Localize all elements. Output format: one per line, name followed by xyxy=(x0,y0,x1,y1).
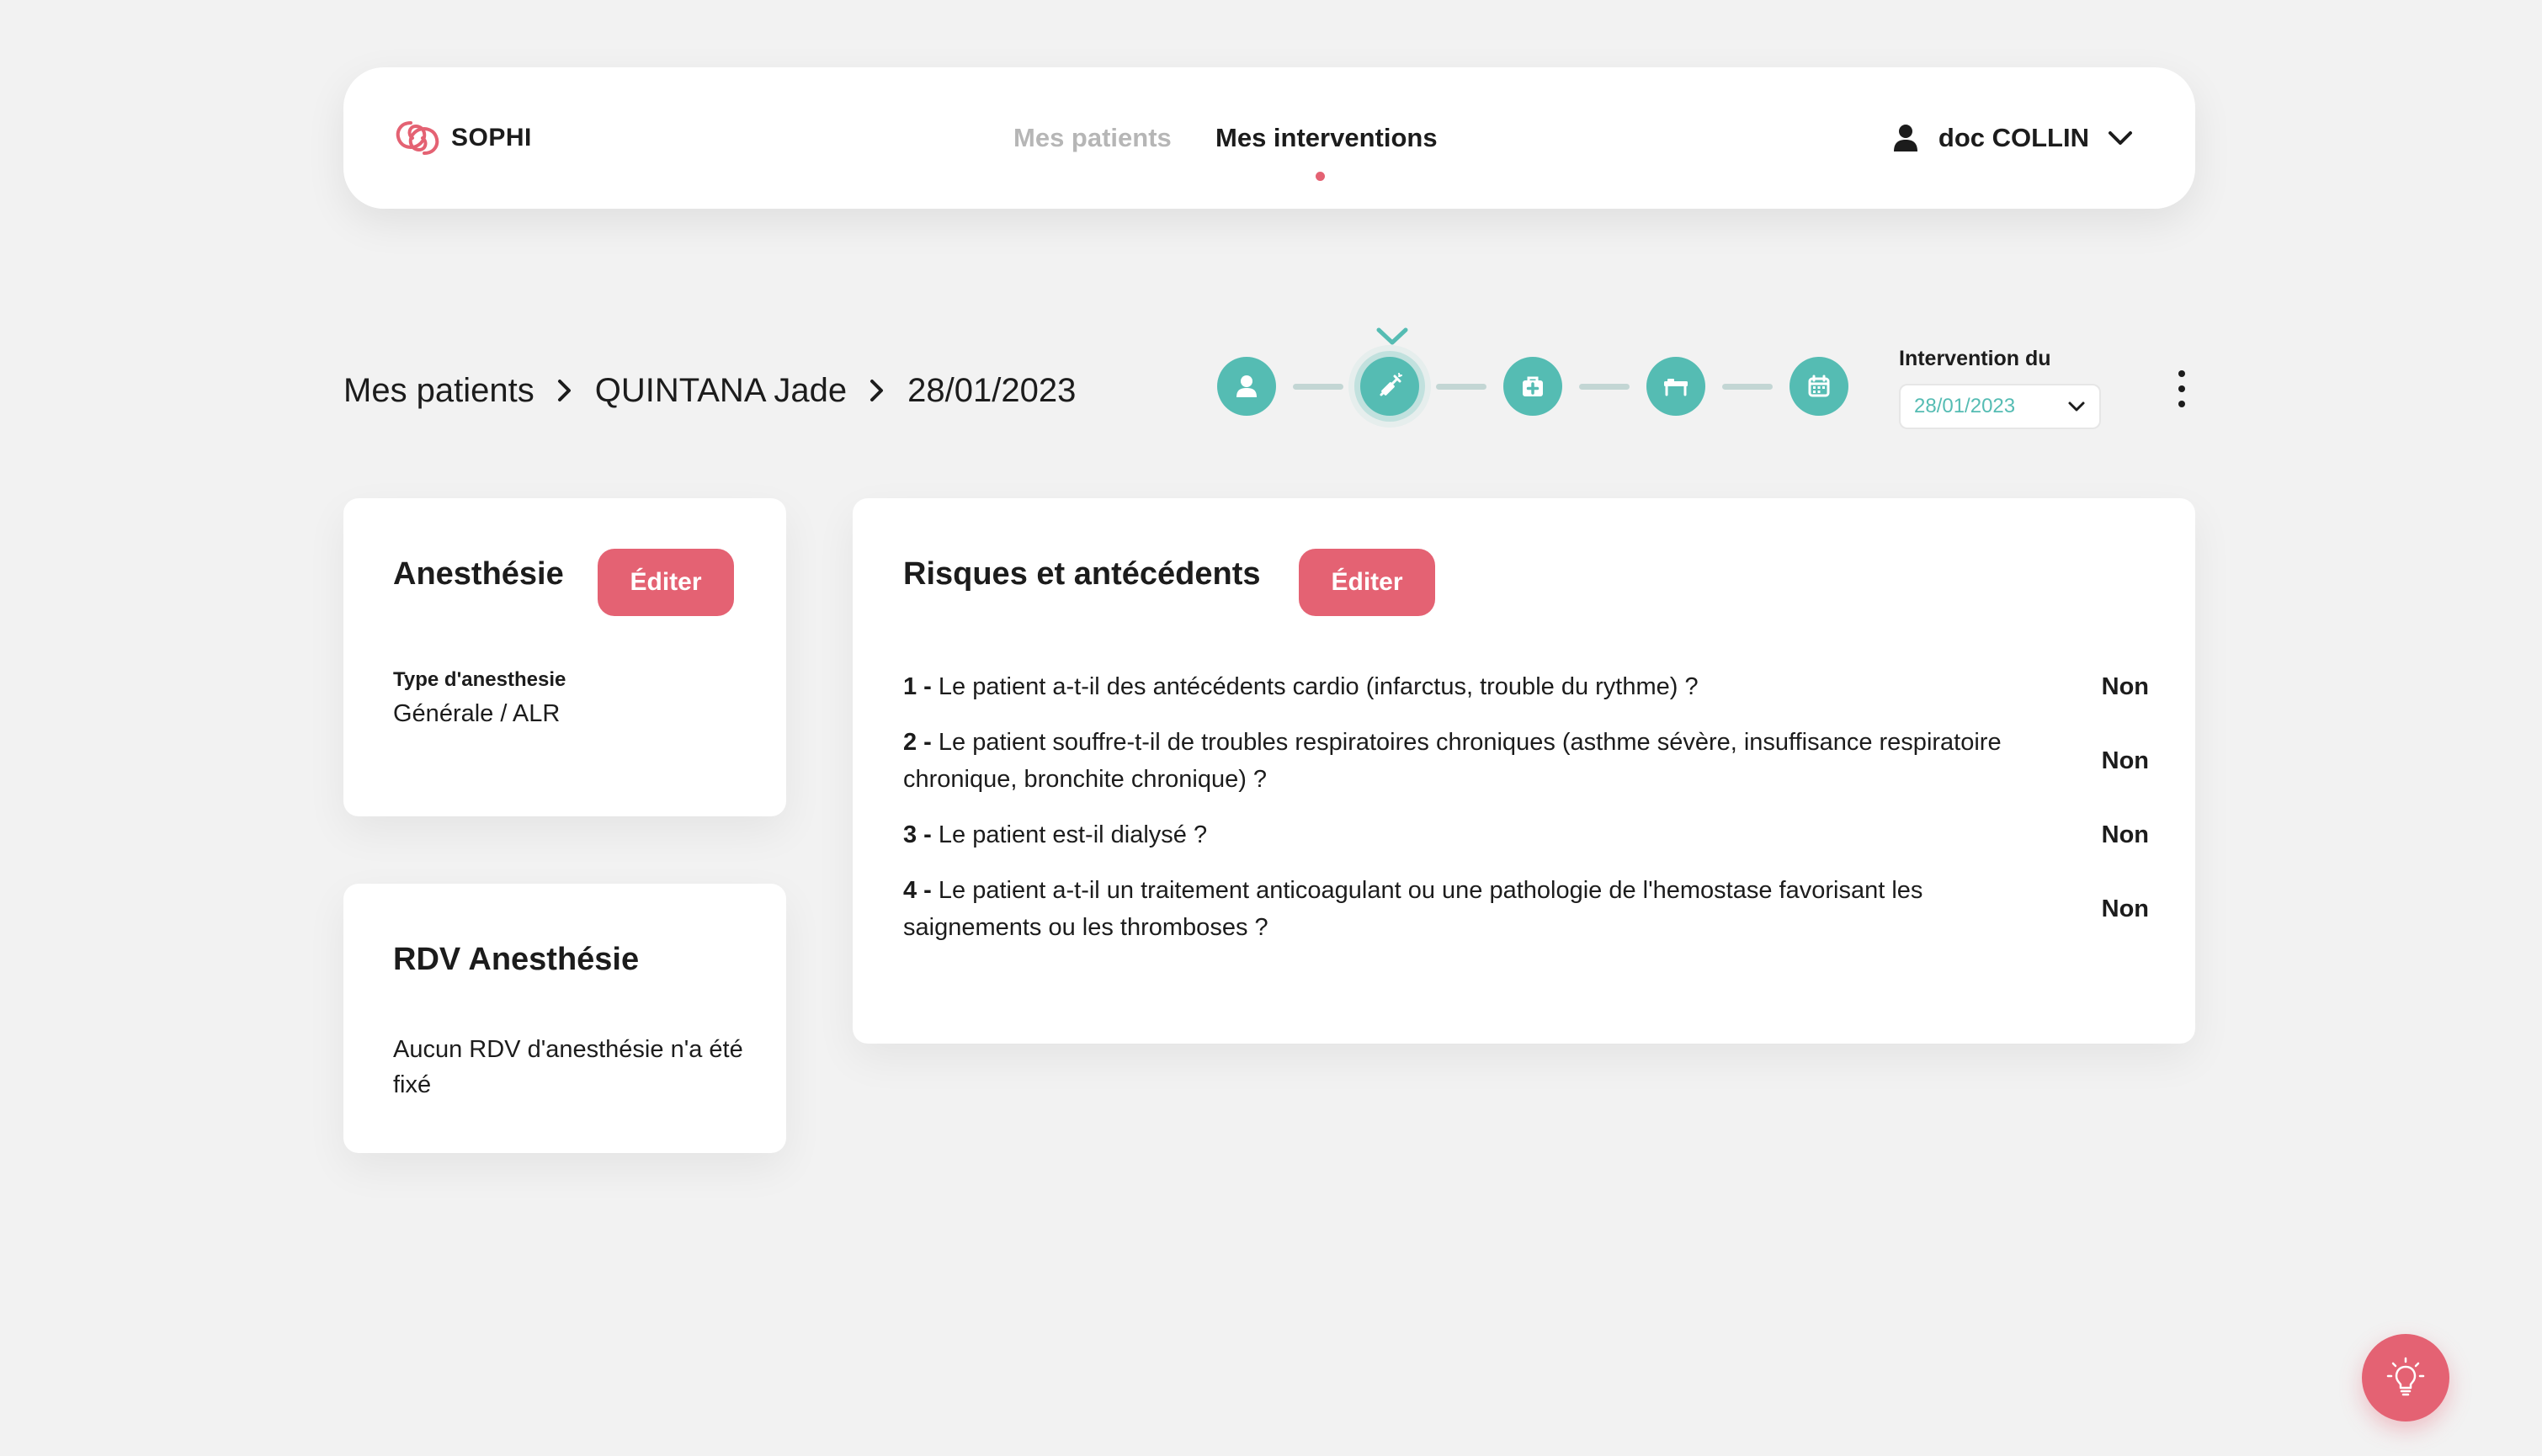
syringe-icon xyxy=(1380,373,1402,396)
step-calendar[interactable] xyxy=(1790,357,1848,416)
medical-kit-icon xyxy=(1523,376,1543,396)
risques-card: Risques et antécédents Éditer 1 - Le pat… xyxy=(853,498,2195,1044)
breadcrumb-mes-patients[interactable]: Mes patients xyxy=(343,372,534,410)
step-hospitalisation[interactable] xyxy=(1646,357,1705,416)
nav-mes-interventions[interactable]: Mes interventions xyxy=(1215,121,1438,155)
step-patient[interactable] xyxy=(1217,357,1276,416)
logo[interactable]: SOPHI xyxy=(392,114,532,162)
question-number: 4 - xyxy=(903,877,932,904)
calendar-icon xyxy=(1808,375,1830,397)
chevron-down-icon xyxy=(1375,327,1409,347)
edit-risques-button[interactable]: Éditer xyxy=(1299,549,1435,616)
risk-question-row: 4 - Le patient a-t-il un traitement anti… xyxy=(903,872,2149,946)
risk-question: 4 - Le patient a-t-il un traitement anti… xyxy=(903,872,2031,946)
intervention-date-label: Intervention du xyxy=(1899,347,2051,370)
risk-answer: Non xyxy=(2101,747,2149,774)
rdv-anesthesie-card: RDV Anesthésie Aucun RDV d'anesthésie n'… xyxy=(343,884,786,1153)
rdv-anesthesie-title: RDV Anesthésie xyxy=(393,942,640,977)
risk-question: 2 - Le patient souffre-t-il de troubles … xyxy=(903,724,2031,798)
nav-mes-patients[interactable]: Mes patients xyxy=(1013,121,1172,155)
question-text: Le patient souffre-t-il de troubles resp… xyxy=(903,729,2002,793)
risk-question-row: 2 - Le patient souffre-t-il de troubles … xyxy=(903,724,2149,798)
risk-question-row: 3 - Le patient est-il dialysé ? Non xyxy=(903,816,2149,853)
user-icon xyxy=(1236,375,1257,397)
question-text: Le patient a-t-il des antécédents cardio… xyxy=(938,673,1699,700)
chevron-down-icon[interactable] xyxy=(2089,130,2133,146)
user-name: doc COLLIN xyxy=(1938,123,2089,152)
intervention-date-select[interactable]: 28/01/2023 xyxy=(1899,384,2101,429)
question-number: 3 - xyxy=(903,821,932,848)
breadcrumb-date: 28/01/2023 xyxy=(907,371,1077,409)
breadcrumb-patient[interactable]: QUINTANA Jade xyxy=(595,372,847,410)
question-text: Le patient a-t-il un traitement anticoag… xyxy=(903,877,1923,941)
risk-question: 1 - Le patient a-t-il des antécédents ca… xyxy=(903,668,2031,705)
user-icon xyxy=(1893,124,1918,152)
bed-icon xyxy=(1664,379,1688,396)
anesthesie-type-value: Générale / ALR xyxy=(393,700,561,727)
chevron-right-icon xyxy=(869,379,885,402)
top-navbar: SOPHI Mes patients Mes interventions doc… xyxy=(343,67,2195,209)
step-medical[interactable] xyxy=(1503,357,1562,416)
question-text: Le patient est-il dialysé ? xyxy=(938,821,1208,848)
chevron-down-icon xyxy=(2068,401,2085,412)
risk-answer: Non xyxy=(2101,821,2149,848)
more-options-icon[interactable] xyxy=(2170,370,2194,407)
risk-answer: Non xyxy=(2101,895,2149,922)
risk-question-row: 1 - Le patient a-t-il des antécédents ca… xyxy=(903,668,2149,705)
step-connector xyxy=(1293,384,1343,390)
chevron-right-icon xyxy=(556,379,573,402)
risk-answer: Non xyxy=(2101,672,2149,700)
question-number: 1 - xyxy=(903,673,932,700)
step-connector xyxy=(1579,384,1630,390)
anesthesie-title: Anesthésie xyxy=(393,556,564,592)
anesthesie-card: Anesthésie Éditer Type d'anesthesie Géné… xyxy=(343,498,786,816)
step-connector xyxy=(1436,384,1486,390)
risques-title: Risques et antécédents xyxy=(903,556,1261,592)
risk-question: 3 - Le patient est-il dialysé ? xyxy=(903,816,2031,853)
breadcrumb: Mes patients QUINTANA Jade 28/01/2023 xyxy=(343,367,1076,414)
edit-anesthesie-button[interactable]: Éditer xyxy=(598,549,734,616)
rdv-anesthesie-text: Aucun RDV d'anesthésie n'a été fixé xyxy=(393,1036,743,1098)
anesthesie-type-label: Type d'anesthesie xyxy=(393,668,566,691)
logo-text: SOPHI xyxy=(451,124,532,151)
step-connector xyxy=(1722,384,1773,390)
intervention-stepper xyxy=(1217,327,1848,444)
lightbulb-icon xyxy=(2386,1357,2425,1396)
active-nav-indicator xyxy=(1316,172,1325,181)
help-button[interactable] xyxy=(2362,1334,2449,1421)
sophi-logo-icon xyxy=(396,121,439,155)
selected-date: 28/01/2023 xyxy=(1914,395,2016,417)
user-menu[interactable]: doc COLLIN xyxy=(1893,121,2133,155)
step-anesthesie[interactable] xyxy=(1360,357,1419,416)
question-number: 2 - xyxy=(903,729,932,756)
